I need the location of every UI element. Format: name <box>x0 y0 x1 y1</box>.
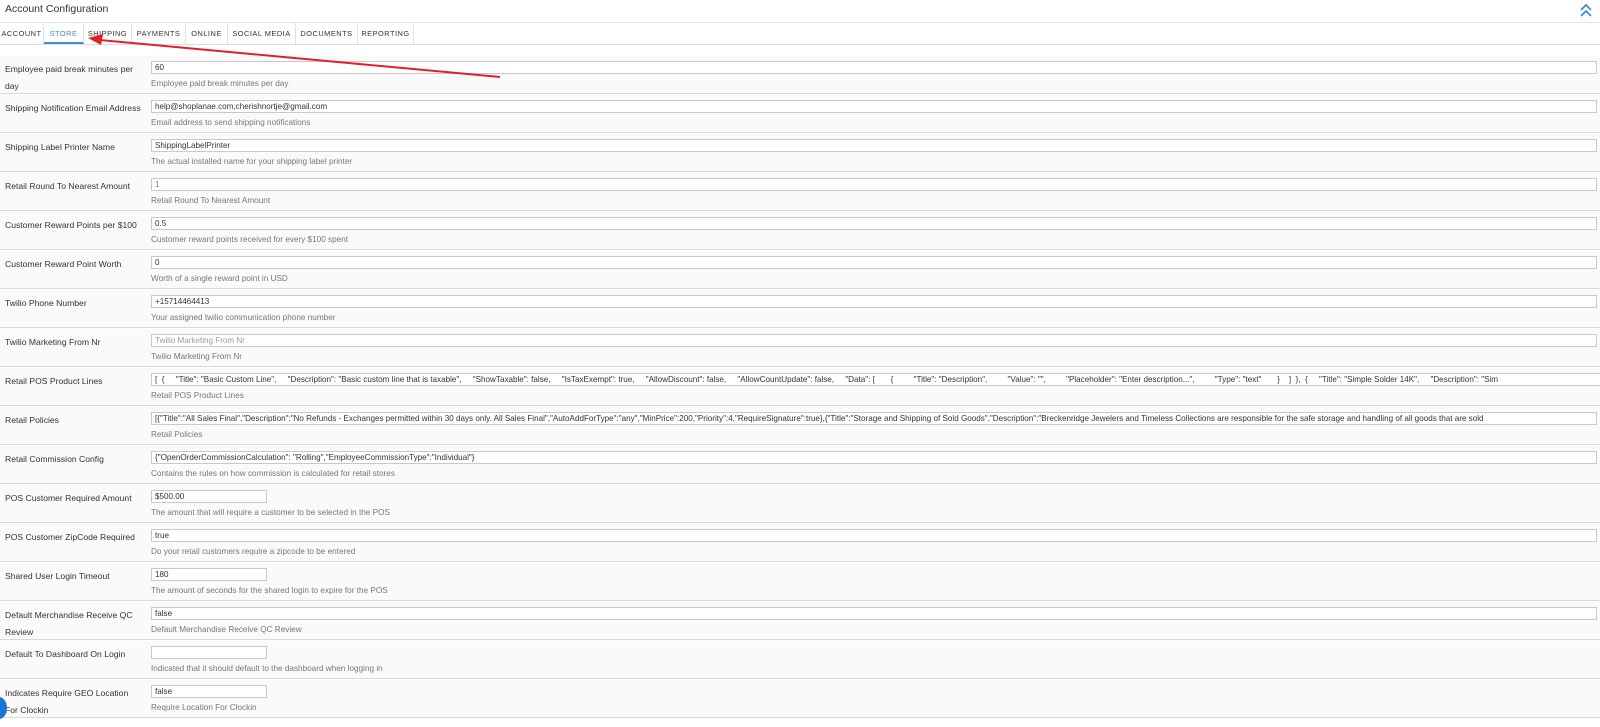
setting-input[interactable]: false <box>151 607 1597 620</box>
setting-row: Retail Round To Nearest Amount 1 Retail … <box>0 173 1600 211</box>
setting-row: Twilio Marketing From Nr Twilio Marketin… <box>0 329 1600 367</box>
setting-help-text: The amount that will require a customer … <box>151 508 390 517</box>
setting-row: POS Customer ZipCode Required true Do yo… <box>0 524 1600 562</box>
setting-label: Retail Commission Config <box>5 454 104 464</box>
setting-help-text: Email address to send shipping notificat… <box>151 118 311 127</box>
setting-row: Customer Reward Points per $100 0.5 Cust… <box>0 212 1600 250</box>
setting-input[interactable]: 0 <box>151 256 1597 269</box>
setting-label: Indicates Require GEO Location For Clock… <box>5 688 129 715</box>
tab-account[interactable]: ACCOUNT <box>0 23 44 44</box>
setting-label: POS Customer ZipCode Required <box>5 532 135 542</box>
setting-help-text: Employee paid break minutes per day <box>151 79 289 88</box>
setting-row: Retail Commission Config {"OpenOrderComm… <box>0 446 1600 484</box>
setting-row: Customer Reward Point Worth 0 Worth of a… <box>0 251 1600 289</box>
setting-row: Default To Dashboard On Login Indicated … <box>0 641 1600 679</box>
setting-label: Retail Policies <box>5 415 59 425</box>
setting-row: Shared User Login Timeout 180 The amount… <box>0 563 1600 601</box>
setting-label: Employee paid break minutes per day <box>5 64 134 91</box>
setting-input[interactable] <box>151 646 267 659</box>
setting-label: Retail POS Product Lines <box>5 376 103 386</box>
setting-help-text: The actual installed name for your shipp… <box>151 157 353 166</box>
setting-help-text: Your assigned twilio communication phone… <box>151 313 336 322</box>
tab-documents[interactable]: DOCUMENTS <box>296 23 358 44</box>
setting-input[interactable]: $500.00 <box>151 490 267 503</box>
setting-input[interactable]: {"OpenOrderCommissionCalculation": "Roll… <box>151 451 1597 464</box>
setting-help-text: Retail POS Product Lines <box>151 391 244 400</box>
setting-input[interactable]: [ { "Title": "Basic Custom Line", "Descr… <box>151 373 1600 386</box>
setting-label: Default Merchandise Receive QC Review <box>5 610 133 637</box>
setting-help-text: Indicated that it should default to the … <box>151 664 383 673</box>
setting-input[interactable]: 180 <box>151 568 267 581</box>
setting-label: Customer Reward Point Worth <box>5 259 122 269</box>
setting-row: Retail POS Product Lines [ { "Title": "B… <box>0 368 1600 406</box>
setting-row: Indicates Require GEO Location For Clock… <box>0 680 1600 718</box>
setting-label: Twilio Marketing From Nr <box>5 337 101 347</box>
setting-help-text: Twilio Marketing From Nr <box>151 352 242 361</box>
setting-help-text: The amount of seconds for the shared log… <box>151 586 388 595</box>
setting-row: Default Merchandise Receive QC Review fa… <box>0 602 1600 640</box>
tab-reporting[interactable]: REPORTING <box>358 23 414 44</box>
page-title: Account Configuration <box>5 3 109 15</box>
setting-input[interactable]: false <box>151 685 267 698</box>
setting-input[interactable]: Twilio Marketing From Nr <box>151 334 1597 347</box>
setting-label: POS Customer Required Amount <box>5 493 132 503</box>
setting-label: Shipping Notification Email Address <box>5 103 141 113</box>
setting-input[interactable]: true <box>151 529 1597 542</box>
setting-row: Retail Policies [{"Title":"All Sales Fin… <box>0 407 1600 445</box>
setting-help-text: Contains the rules on how commission is … <box>151 469 395 478</box>
setting-input[interactable]: ShippingLabelPrinter <box>151 139 1597 152</box>
setting-row: Employee paid break minutes per day 60 E… <box>0 56 1600 94</box>
tab-payments[interactable]: PAYMENTS <box>132 23 186 44</box>
tab-social-media[interactable]: SOCIAL MEDIA <box>228 23 296 44</box>
setting-help-text: Require Location For Clockin <box>151 703 257 712</box>
setting-input[interactable]: help@shoplanae.com,cherishnortje@gmail.c… <box>151 100 1597 113</box>
setting-row: Shipping Label Printer Name ShippingLabe… <box>0 134 1600 172</box>
setting-help-text: Retail Policies <box>151 430 203 439</box>
setting-row: Twilio Phone Number +15714464413 Your as… <box>0 290 1600 328</box>
tab-bar: ACCOUNT STORE SHIPPING PAYMENTS ONLINE S… <box>0 23 1600 45</box>
setting-label: Retail Round To Nearest Amount <box>5 181 130 191</box>
setting-input[interactable]: +15714464413 <box>151 295 1597 308</box>
setting-label: Shipping Label Printer Name <box>5 142 115 152</box>
tab-shipping[interactable]: SHIPPING <box>84 23 132 44</box>
setting-input[interactable]: 60 <box>151 61 1597 74</box>
chevron-up-double-icon[interactable] <box>1578 1 1594 19</box>
setting-row: POS Customer Required Amount $500.00 The… <box>0 485 1600 523</box>
setting-label: Shared User Login Timeout <box>5 571 110 581</box>
setting-input[interactable]: 1 <box>151 178 1597 191</box>
setting-help-text: Worth of a single reward point in USD <box>151 274 288 283</box>
tab-store[interactable]: STORE <box>44 23 84 44</box>
setting-help-text: Default Merchandise Receive QC Review <box>151 625 302 634</box>
setting-help-text: Customer reward points received for ever… <box>151 235 349 244</box>
setting-row: Shipping Notification Email Address help… <box>0 95 1600 133</box>
setting-help-text: Retail Round To Nearest Amount <box>151 196 271 205</box>
setting-help-text: Do your retail customers require a zipco… <box>151 547 356 556</box>
setting-label: Twilio Phone Number <box>5 298 87 308</box>
tab-online[interactable]: ONLINE <box>186 23 228 44</box>
panel-header: Account Configuration <box>0 0 1600 23</box>
setting-input[interactable]: [{"Title":"All Sales Final","Description… <box>151 412 1597 425</box>
setting-label: Customer Reward Points per $100 <box>5 220 137 230</box>
setting-label: Default To Dashboard On Login <box>5 649 126 659</box>
setting-input[interactable]: 0.5 <box>151 217 1597 230</box>
